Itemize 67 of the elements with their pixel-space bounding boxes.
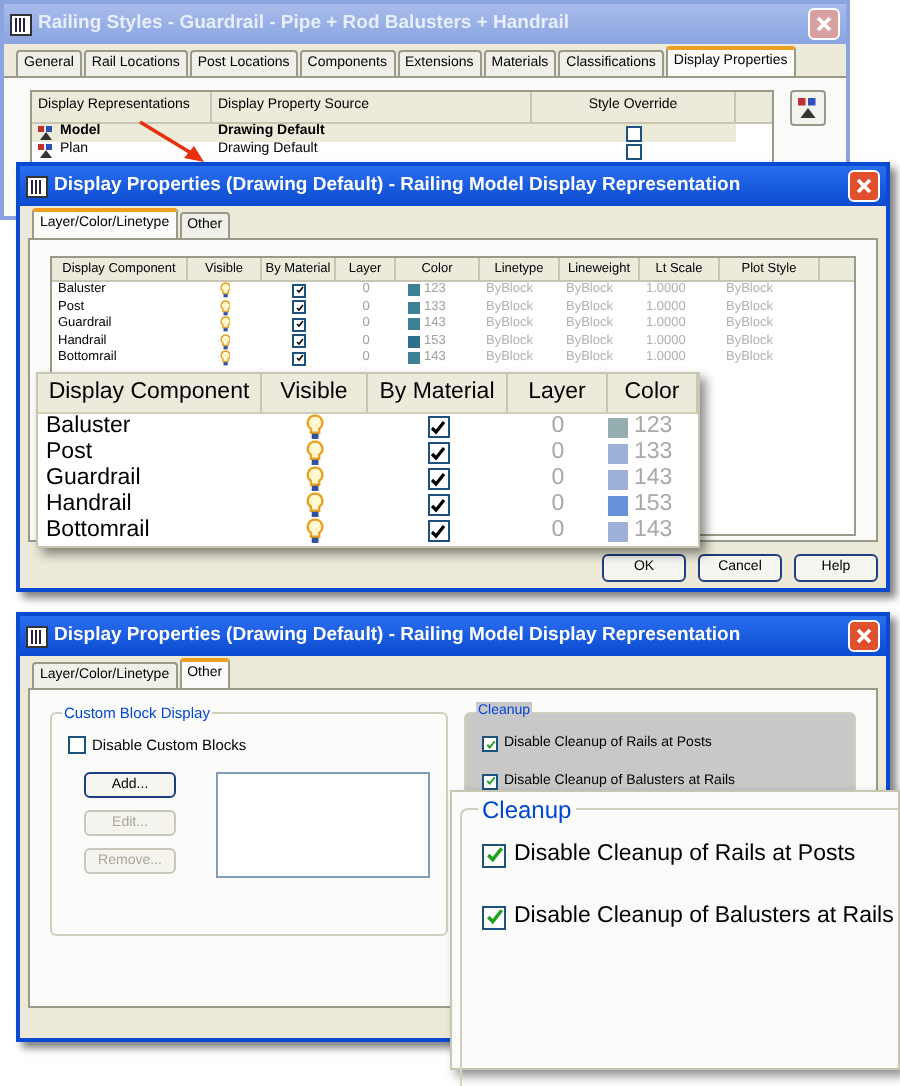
close-button[interactable] — [848, 620, 880, 652]
checkbox[interactable] — [482, 905, 506, 930]
block-list[interactable] — [216, 772, 430, 879]
checkbox[interactable] — [292, 317, 306, 332]
checkbox[interactable] — [292, 300, 306, 315]
table-cell-text: 0 — [549, 515, 567, 546]
close-icon — [856, 178, 872, 194]
close-button[interactable] — [848, 170, 880, 202]
table-cell-text: Handrail — [44, 489, 134, 519]
close-icon — [856, 628, 872, 644]
lightbulb-icon[interactable] — [219, 333, 231, 350]
checkbox[interactable] — [68, 736, 86, 755]
pointer-arrow — [136, 118, 208, 166]
lightbulb-icon[interactable] — [219, 282, 231, 299]
column-header: Layer — [508, 374, 608, 412]
window-title: Display Properties (Drawing Default) - Railing Model Display Representation — [54, 171, 743, 200]
group-title: Cleanup — [478, 792, 576, 828]
table-cell-text: 153 — [634, 489, 673, 520]
checkbox[interactable] — [626, 143, 642, 159]
table-cell-text: 143 — [634, 463, 673, 494]
table-cell-text: 0 — [549, 411, 567, 442]
checkbox[interactable] — [427, 468, 449, 490]
table-cell-text: Post — [44, 437, 95, 467]
checkbox[interactable] — [482, 843, 506, 868]
checkbox[interactable] — [427, 494, 449, 516]
window-title: Railing Styles - Guardrail - Pipe + Rod Balusters + Handrail — [38, 9, 572, 38]
table-cell-text: 123 — [634, 411, 673, 442]
table-cell-text: Guardrail — [44, 463, 143, 493]
table-cell-text: Bottomrail — [44, 515, 152, 546]
table-cell-text: 0 — [549, 463, 567, 494]
checkbox[interactable] — [427, 416, 449, 438]
checkbox[interactable] — [292, 283, 306, 298]
checkbox[interactable] — [482, 773, 498, 790]
table-cell-text: 133 — [634, 437, 673, 468]
lightbulb-icon[interactable] — [219, 299, 231, 316]
checkbox[interactable] — [427, 442, 449, 464]
checkbox[interactable] — [427, 520, 449, 542]
lightbulb-icon[interactable] — [219, 350, 231, 367]
checkbox[interactable] — [626, 125, 642, 141]
table-cell-text: Baluster — [44, 411, 133, 442]
checkbox[interactable] — [482, 736, 498, 753]
checkbox-label: Disable Cleanup of Balusters at Rails — [514, 902, 894, 933]
close-icon — [816, 16, 832, 32]
checkbox[interactable] — [292, 334, 306, 349]
app-icon — [26, 175, 48, 197]
display-rep-icon — [38, 144, 54, 158]
lightbulb-icon[interactable] — [305, 414, 325, 440]
table-cell-text: 0 — [549, 437, 567, 468]
app-icon — [26, 625, 48, 647]
column-header: Display Component — [38, 374, 262, 412]
column-header: Visible — [262, 374, 368, 412]
display-rep-button[interactable] — [790, 90, 826, 126]
lightbulb-icon[interactable] — [305, 492, 325, 518]
display-rep-icon — [798, 98, 818, 118]
table-cell-text: 143 — [634, 515, 673, 546]
window-title: Display Properties (Drawing Default) - Railing Model Display Representation — [54, 621, 743, 650]
lightbulb-icon[interactable] — [305, 440, 325, 466]
checkbox[interactable] — [292, 351, 306, 366]
table-cell-text: 0 — [549, 489, 567, 520]
checkbox-label: Disable Cleanup of Rails at Posts — [514, 840, 856, 870]
lightbulb-icon[interactable] — [305, 518, 325, 544]
app-icon — [10, 13, 32, 35]
column-header: By Material — [368, 374, 508, 412]
lightbulb-icon[interactable] — [219, 316, 231, 333]
column-header: Color — [608, 374, 698, 412]
display-rep-icon — [38, 126, 54, 140]
lightbulb-icon[interactable] — [305, 466, 325, 492]
